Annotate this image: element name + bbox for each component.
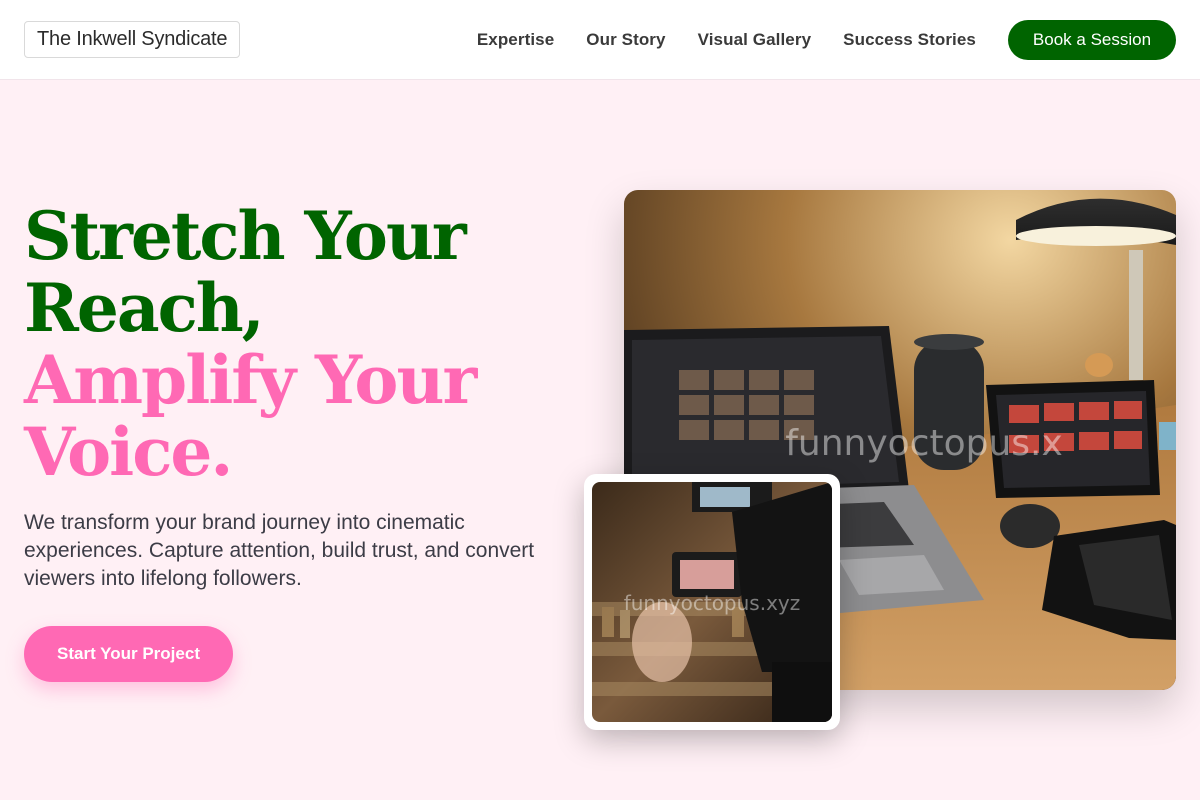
start-project-button[interactable]: Start Your Project xyxy=(24,626,233,682)
inset-photo-watermark: funnyoctopus.xyz xyxy=(624,591,801,615)
inset-photo: funnyoctopus.xyz xyxy=(592,482,832,722)
inset-photo-card: funnyoctopus.xyz xyxy=(584,474,840,730)
brand-logo[interactable]: The Inkwell Syndicate xyxy=(24,21,241,58)
nav-link-expertise[interactable]: Expertise xyxy=(477,30,554,50)
camera-image: funnyoctopus.xyz xyxy=(592,482,832,722)
book-session-button[interactable]: Book a Session xyxy=(1008,20,1176,60)
nav-link-our-story[interactable]: Our Story xyxy=(586,30,665,50)
top-navbar: The Inkwell Syndicate Expertise Our Stor… xyxy=(0,0,1200,80)
nav-links: Expertise Our Story Visual Gallery Succe… xyxy=(477,0,976,80)
hero-headline: Stretch Your Reach, Amplify Your Voice. xyxy=(24,200,584,488)
main-photo-watermark: funnyoctopus.x xyxy=(785,423,1063,464)
headline-green: Stretch Your Reach, xyxy=(24,197,467,347)
nav-link-success-stories[interactable]: Success Stories xyxy=(843,30,976,50)
headline-pink: Amplify Your Voice. xyxy=(24,341,477,491)
hero-subtext: We transform your brand journey into cin… xyxy=(24,511,535,590)
nav-link-visual-gallery[interactable]: Visual Gallery xyxy=(698,30,812,50)
